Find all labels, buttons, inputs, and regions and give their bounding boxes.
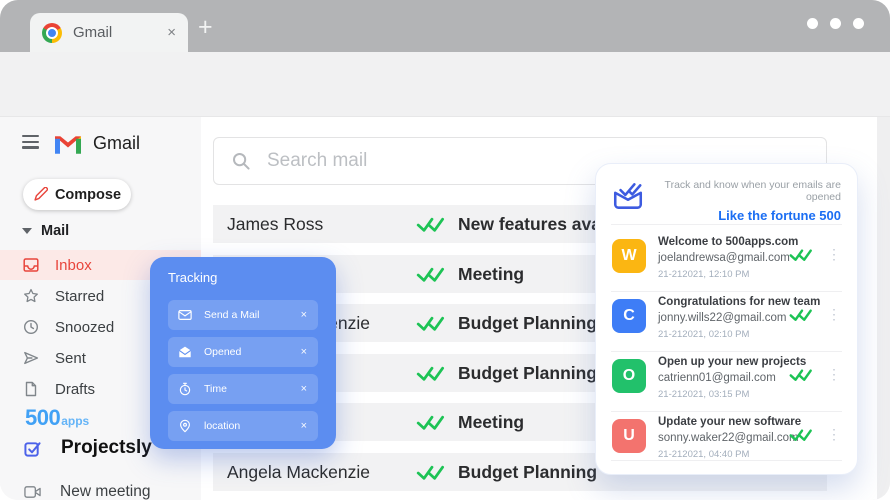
tracked-email-item[interactable]: U Update your new software sonny.waker22… [612,416,843,466]
tracked-title: Open up your new projects [658,356,807,368]
double-check-icon [416,316,445,331]
email-subject: Meeting [458,263,525,284]
panel-link[interactable]: Like the fortune 500 [645,208,841,223]
double-check-icon [416,415,445,430]
panel-tagline: Track and know when your emails are open… [664,179,841,203]
chrome-favicon-icon [42,22,62,43]
more-options-icon[interactable]: ⋮ [827,246,841,263]
tracked-time: 21-212021, 02:10 PM [658,329,750,340]
tracking-option-send-mail[interactable]: Send a Mail × [168,300,318,330]
tracked-email-item[interactable]: W Welcome to 500apps.com joelandrewsa@gm… [612,236,843,286]
star-icon [24,288,38,303]
sidebar-menu-icon[interactable] [22,134,39,152]
checkbox-check-icon [24,441,41,457]
double-check-icon [789,309,812,321]
gmail-brand-label: Gmail [93,133,141,153]
tracked-email-item[interactable]: O Open up your new projects catrienn01@g… [612,356,843,406]
avatar: U [612,419,646,453]
sidebar-item-new-meeting[interactable]: New meeting [24,483,150,500]
tracked-time: 21-212021, 03:15 PM [658,389,750,400]
close-icon[interactable]: × [301,346,307,358]
tracked-time: 21-212021, 04:40 PM [658,449,750,460]
tracked-email: sonny.waker22@gmail.com [658,432,799,444]
video-camera-icon [24,486,41,498]
double-check-icon [789,369,812,381]
chevron-down-icon [22,228,32,234]
new-tab-button[interactable]: + [198,15,213,40]
search-icon [233,153,250,170]
email-subject: Budget Planning [458,362,598,383]
double-check-icon [416,465,445,480]
mail-icon [178,310,192,320]
tracked-title: Welcome to 500apps.com [658,236,799,248]
browser-window: Gmail × + Gmail Compose Mail Inbox Starr… [0,0,890,500]
tracked-email: joelandrewsa@gmail.com [658,252,790,264]
double-check-icon [789,429,812,441]
tracking-popup: Tracking Send a Mail × Opened × Time × l… [150,257,336,449]
browser-titlebar: Gmail × + [0,0,890,52]
tracked-inbox-icon [613,183,643,209]
compose-button[interactable]: Compose [23,179,131,210]
email-subject: Budget Planning [458,461,598,482]
avatar: O [612,359,646,393]
browser-tab-gmail[interactable]: Gmail × [30,13,188,52]
tracked-title: Congratulations for new team [658,296,821,308]
tracking-popup-title: Tracking [168,270,218,285]
browser-toolbar [0,52,890,157]
tracked-email: jonny.wills22@gmail.com [658,312,787,324]
more-options-icon[interactable]: ⋮ [827,426,841,443]
more-options-icon[interactable]: ⋮ [827,366,841,383]
close-icon[interactable]: × [301,309,307,321]
tracking-option-location[interactable]: location × [168,411,318,441]
email-sender: Angela Mackenzie [227,461,370,482]
more-options-icon[interactable]: ⋮ [827,306,841,323]
email-sender: James Ross [227,213,324,234]
mail-section-header[interactable]: Mail [22,223,69,239]
sidebar-item-projectsly[interactable]: Projectsly [24,437,152,459]
window-edge-strip [877,117,890,500]
avatar: C [612,299,646,333]
tracked-email: catrienn01@gmail.com [658,372,776,384]
double-check-icon [416,217,445,232]
email-tracking-panel: Track and know when your emails are open… [595,163,858,475]
pencil-icon [34,187,48,201]
mail-open-icon [179,346,191,358]
email-subject: Meeting [458,411,525,432]
double-check-icon [416,267,445,282]
tracking-option-opened[interactable]: Opened × [168,337,318,367]
clock-icon [23,319,39,335]
email-subject: Budget Planning [458,312,598,333]
double-check-icon [416,366,445,381]
timer-icon [179,382,191,396]
tracking-option-time[interactable]: Time × [168,374,318,404]
gmail-logo-icon [55,135,81,154]
location-pin-icon [180,419,190,433]
tab-title: Gmail [73,24,113,41]
double-check-icon [789,249,812,261]
close-icon[interactable]: × [301,383,307,395]
close-icon[interactable]: × [301,420,307,432]
tracked-title: Update your new software [658,416,802,428]
inbox-icon [23,258,39,272]
tab-close-icon[interactable]: × [167,25,176,40]
window-controls[interactable] [807,18,864,29]
tracked-time: 21-212021, 12:10 PM [658,269,750,280]
draft-file-icon [25,381,37,397]
send-icon [24,351,39,365]
tracked-email-item[interactable]: C Congratulations for new team jonny.wil… [612,296,843,346]
avatar: W [612,239,646,273]
